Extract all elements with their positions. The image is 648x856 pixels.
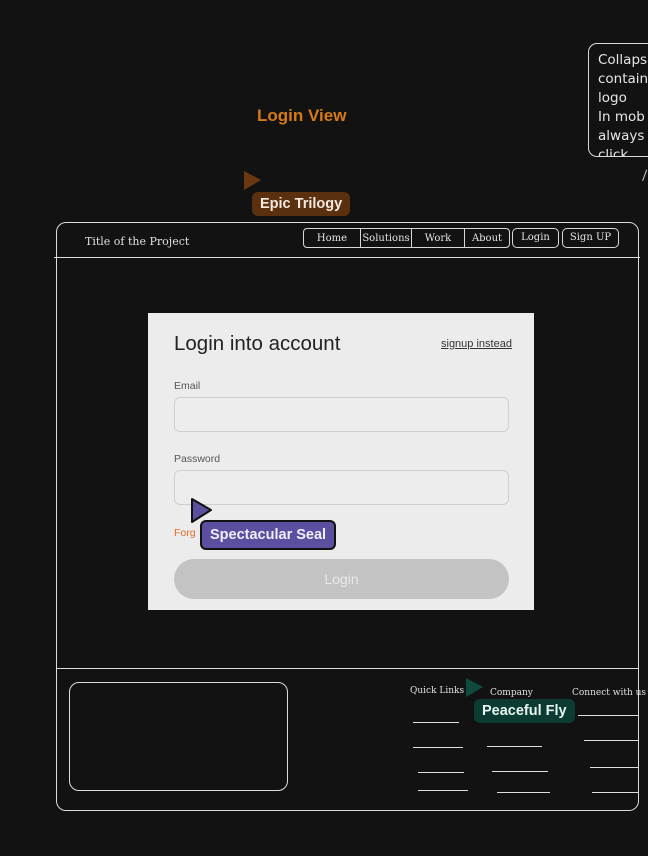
footer-link[interactable] <box>578 715 638 716</box>
footer-link[interactable] <box>418 772 464 773</box>
note-arrow <box>642 169 648 183</box>
annotation-note: Collapse contain logo In mob always clic… <box>588 43 648 157</box>
footer-link[interactable] <box>497 792 550 793</box>
nav-item-solutions[interactable]: Solutions <box>360 229 411 247</box>
note-line: In mob <box>598 109 645 125</box>
footer-heading-quick-links: Quick Links <box>410 686 465 696</box>
collaborator-tag: Peaceful Fly <box>474 699 575 723</box>
footer-link[interactable] <box>413 722 459 723</box>
collaborator-tag: Spectacular Seal <box>200 520 337 550</box>
password-field[interactable] <box>174 470 509 505</box>
footer-link[interactable] <box>592 792 638 793</box>
nav-item-work[interactable]: Work <box>411 229 464 247</box>
login-card: Login into account signup instead Email … <box>148 313 534 610</box>
collaborator-cursor-icon <box>466 678 483 697</box>
footer-link[interactable] <box>418 790 468 791</box>
footer-link[interactable] <box>487 746 542 747</box>
header-login-button[interactable]: Login <box>512 228 559 248</box>
footer-link[interactable] <box>413 747 463 748</box>
footer-divider <box>56 668 639 669</box>
signup-link[interactable]: signup instead <box>441 338 512 350</box>
footer-link[interactable] <box>584 740 638 741</box>
view-title: Login View <box>257 106 347 125</box>
collaborator-cursor-icon <box>244 171 261 190</box>
email-label: Email <box>174 380 201 392</box>
footer-link[interactable] <box>492 771 548 772</box>
forgot-password-link[interactable]: Forg <box>174 527 196 539</box>
password-label: Password <box>174 453 221 465</box>
nav-item-about[interactable]: About <box>464 229 509 247</box>
note-line: Collapse <box>598 52 648 68</box>
note-line: always <box>598 128 645 144</box>
header-signup-button[interactable]: Sign UP <box>562 228 619 248</box>
login-title: Login into account <box>174 332 341 355</box>
footer-link[interactable] <box>590 767 638 768</box>
footer-heading-connect: Connect with us <box>572 688 647 698</box>
note-line: logo <box>598 90 627 106</box>
project-title: Title of the Project <box>85 235 190 248</box>
note-line: click <box>598 147 629 157</box>
collaborator-tag: Epic Trilogy <box>252 192 351 216</box>
email-field[interactable] <box>174 397 509 432</box>
note-line: contain <box>598 71 648 87</box>
footer-heading-company: Company <box>490 688 533 698</box>
nav-item-home[interactable]: Home <box>304 229 360 247</box>
footer-logo-box <box>69 682 288 791</box>
login-button[interactable]: Login <box>174 559 509 599</box>
header-divider <box>54 257 640 258</box>
nav-bar: Home Solutions Work About <box>303 228 510 248</box>
